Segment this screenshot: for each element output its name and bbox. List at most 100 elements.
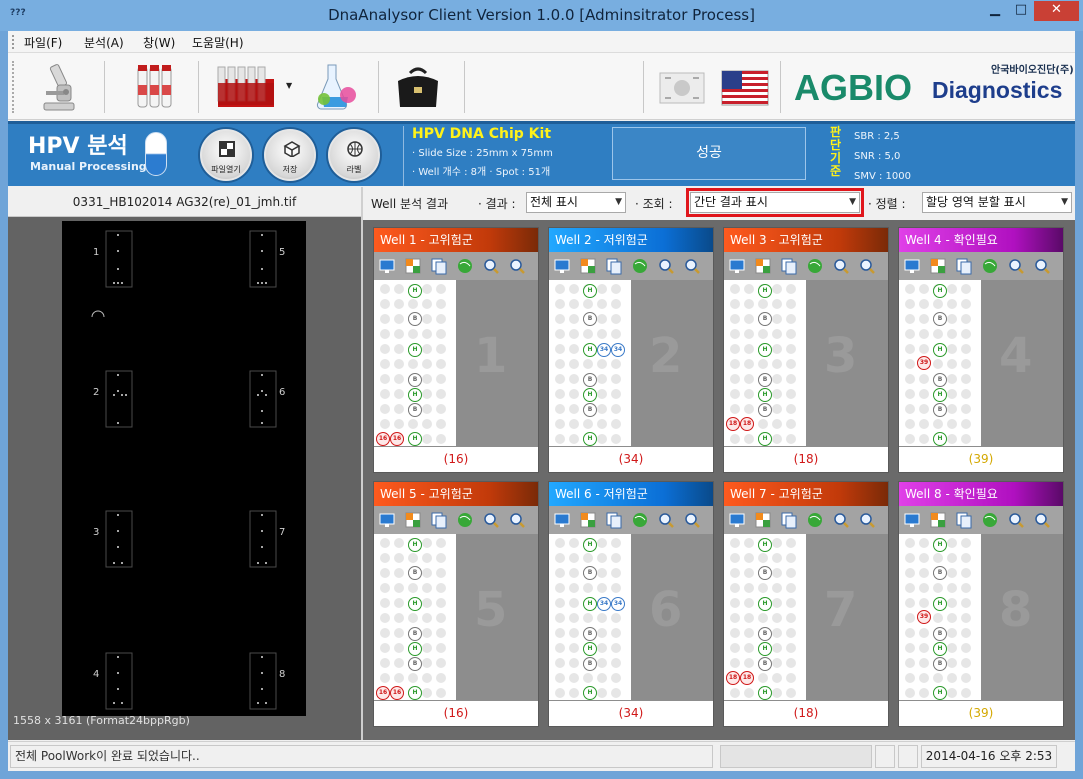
globe-icon[interactable] xyxy=(806,511,824,529)
spot-dot xyxy=(730,688,740,698)
korean-language-button[interactable] xyxy=(658,59,706,115)
well-card[interactable]: Well 6 - 저위험군 H B H B H B H 34 34 6 (34) xyxy=(548,481,714,727)
zoom-in-icon[interactable] xyxy=(1007,257,1025,275)
spot-dot xyxy=(394,673,404,683)
image-panel: 0331_HB102014 AG32(re)_01_jmh.tif 1 2 3 … xyxy=(8,187,361,740)
zoom-out-icon[interactable] xyxy=(1033,257,1051,275)
zoom-out-icon[interactable] xyxy=(683,511,701,529)
monitor-icon[interactable] xyxy=(378,257,396,275)
spot-dot xyxy=(730,658,740,668)
grid-table-icon[interactable] xyxy=(579,257,597,275)
sample-tubes-button[interactable] xyxy=(126,59,186,115)
spot-dot xyxy=(961,568,971,578)
monitor-icon[interactable] xyxy=(903,511,921,529)
microscope-button[interactable] xyxy=(30,59,90,115)
menu-help[interactable]: 도움말(H) xyxy=(192,34,244,51)
well-card[interactable]: Well 4 - 확인필요 H B H B H B H 39 4 (39) xyxy=(898,227,1064,473)
rack-dropdown-arrow[interactable]: ▼ xyxy=(286,81,292,90)
spot-dot xyxy=(786,553,796,563)
label-button[interactable]: 라벨 xyxy=(328,129,380,181)
well-card[interactable]: Well 1 - 고위험군 H B H B H B H 16 16 1 (16) xyxy=(373,227,539,473)
tube-rack-button[interactable] xyxy=(214,59,284,115)
zoom-out-icon[interactable] xyxy=(858,257,876,275)
spot-dot xyxy=(436,658,446,668)
grid-table-icon[interactable] xyxy=(754,511,772,529)
copy-docs-icon[interactable] xyxy=(605,511,623,529)
globe-icon[interactable] xyxy=(981,511,999,529)
zoom-in-icon[interactable] xyxy=(1007,511,1025,529)
copy-docs-icon[interactable] xyxy=(780,511,798,529)
zoom-in-icon[interactable] xyxy=(482,257,500,275)
save-button[interactable]: 저장 xyxy=(264,129,316,181)
menu-analysis[interactable]: 분석(A) xyxy=(84,34,124,51)
copy-docs-icon[interactable] xyxy=(430,257,448,275)
menu-file[interactable]: 파일(F) xyxy=(24,34,62,51)
result-filter-select[interactable]: 전체 표시 ▼ xyxy=(526,192,626,213)
status-panel xyxy=(898,745,918,768)
well-card[interactable]: Well 3 - 고위험군 H B H B H B H 18 18 3 (18) xyxy=(723,227,889,473)
globe-icon[interactable] xyxy=(456,257,474,275)
grid-table-icon[interactable] xyxy=(579,511,597,529)
close-button[interactable]: ✕ xyxy=(1034,1,1079,21)
spot-dot xyxy=(905,434,915,444)
zoom-in-icon[interactable] xyxy=(482,511,500,529)
spot-dot xyxy=(611,284,621,294)
zoom-out-icon[interactable] xyxy=(683,257,701,275)
zoom-in-icon[interactable] xyxy=(832,511,850,529)
globe-icon[interactable] xyxy=(806,257,824,275)
spot-dot xyxy=(730,598,740,608)
view-filter-label: · 조회 : xyxy=(635,197,673,211)
globe-icon[interactable] xyxy=(456,511,474,529)
monitor-icon[interactable] xyxy=(903,257,921,275)
grid-table-icon[interactable] xyxy=(929,511,947,529)
monitor-icon[interactable] xyxy=(378,511,396,529)
monitor-icon[interactable] xyxy=(728,511,746,529)
brand-diagnostics: Diagnostics xyxy=(932,77,1063,103)
english-language-button[interactable] xyxy=(720,59,770,115)
minimize-button[interactable]: ▁ xyxy=(982,1,1008,21)
doctor-bag-button[interactable] xyxy=(390,59,450,115)
spot-dot xyxy=(919,344,929,354)
flasks-button[interactable] xyxy=(308,59,368,115)
globe-icon[interactable] xyxy=(631,511,649,529)
well-card[interactable]: Well 2 - 저위험군 H B H B H B H 34 34 2 (34) xyxy=(548,227,714,473)
well-card[interactable]: Well 8 - 확인필요 H B H B H B H 39 8 (39) xyxy=(898,481,1064,727)
view-filter-select[interactable]: 간단 결과 표시 ▼ xyxy=(686,188,864,217)
well-card[interactable]: Well 7 - 고위험군 H B H B H B H 18 18 7 (18) xyxy=(723,481,889,727)
zoom-in-icon[interactable] xyxy=(657,257,675,275)
copy-docs-icon[interactable] xyxy=(955,257,973,275)
zoom-out-icon[interactable] xyxy=(1033,511,1051,529)
sort-filter-select[interactable]: 할당 영역 분할 표시 ▼ xyxy=(922,192,1072,213)
monitor-icon[interactable] xyxy=(553,511,571,529)
menu-window[interactable]: 창(W) xyxy=(143,34,175,51)
open-file-button[interactable]: 파일열기 xyxy=(200,129,252,181)
well-card[interactable]: Well 5 - 고위험군 H B H B H B H 16 16 5 (16) xyxy=(373,481,539,727)
globe-icon[interactable] xyxy=(631,257,649,275)
zoom-out-icon[interactable] xyxy=(858,511,876,529)
grid-table-icon[interactable] xyxy=(404,511,422,529)
zoom-in-icon[interactable] xyxy=(832,257,850,275)
spot-dot xyxy=(436,553,446,563)
grid-table-icon[interactable] xyxy=(754,257,772,275)
spot-dot xyxy=(772,434,782,444)
spot-dot xyxy=(730,583,740,593)
copy-docs-icon[interactable] xyxy=(955,511,973,529)
spot-dot xyxy=(436,538,446,548)
spot-dot xyxy=(961,583,971,593)
zoom-out-icon[interactable] xyxy=(508,511,526,529)
monitor-icon[interactable] xyxy=(728,257,746,275)
spot-dot xyxy=(611,613,621,623)
copy-docs-icon[interactable] xyxy=(430,511,448,529)
grid-table-icon[interactable] xyxy=(404,257,422,275)
zoom-in-icon[interactable] xyxy=(657,511,675,529)
maximize-button[interactable]: □ xyxy=(1008,1,1034,21)
monitor-icon[interactable] xyxy=(553,257,571,275)
copy-docs-icon[interactable] xyxy=(605,257,623,275)
zoom-out-icon[interactable] xyxy=(508,257,526,275)
copy-docs-icon[interactable] xyxy=(780,257,798,275)
globe-icon[interactable] xyxy=(981,257,999,275)
spot-dot xyxy=(597,673,607,683)
chip-scan-image[interactable]: 1 2 3 4 5 6 7 8 xyxy=(62,221,306,716)
grid-table-icon[interactable] xyxy=(929,257,947,275)
spot-marker: B xyxy=(758,657,772,671)
